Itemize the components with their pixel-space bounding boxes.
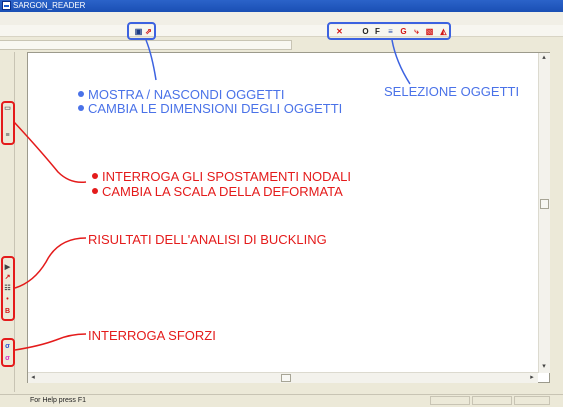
annotation-query-displacements: INTERROGA GLI SPOSTAMENTI NODALI [92, 169, 351, 184]
bullet-icon [78, 105, 84, 111]
vertical-scrollbar[interactable]: ▴ ▾ [538, 53, 550, 373]
bullet-icon [78, 91, 84, 97]
highlight-buckling-tools [1, 256, 15, 321]
highlight-view-tools [127, 22, 156, 40]
highlight-displacement-tools [1, 101, 15, 145]
status-pane-1 [430, 396, 470, 405]
highlight-selection-tools [327, 22, 451, 40]
horizontal-scrollbar[interactable]: ◂ ▸ [28, 372, 538, 383]
app-icon[interactable] [2, 1, 11, 10]
bullet-icon [92, 188, 98, 194]
annotation-buckling: RISULTATI DELL'ANALISI DI BUCKLING [88, 232, 327, 247]
annotation-deformed-scale-text: CAMBIA LA SCALA DELLA DEFORMATA [102, 184, 343, 199]
annotation-selection: SELEZIONE OGGETTI [384, 84, 520, 99]
window-title: SARGON_READER [13, 1, 86, 10]
annotation-resize: CAMBIA LE DIMENSIONI DEGLI OGGETTI [78, 101, 342, 116]
status-bar: For Help press F1 [0, 394, 563, 406]
toolbar-strip [0, 40, 292, 50]
menu-bar: _ ȸ × [0, 12, 563, 35]
scroll-right-arrow[interactable]: ▸ [527, 373, 537, 383]
scroll-up-arrow[interactable]: ▴ [539, 53, 549, 63]
vertical-scroll-thumb[interactable] [540, 199, 549, 209]
right-gutter [551, 52, 563, 392]
status-pane-3 [514, 396, 550, 405]
annotation-show-hide: MOSTRA / NASCONDI OGGETTI [78, 87, 284, 102]
annotation-query-displacements-text: INTERROGA GLI SPOSTAMENTI NODALI [102, 169, 351, 184]
horizontal-scroll-thumb[interactable] [281, 374, 291, 382]
scroll-down-arrow[interactable]: ▾ [539, 362, 549, 372]
scroll-left-arrow[interactable]: ◂ [28, 373, 38, 383]
annotation-show-hide-text: MOSTRA / NASCONDI OGGETTI [88, 87, 285, 102]
annotation-stress: INTERROGA SFORZI [88, 328, 216, 343]
status-help-text: For Help press F1 [30, 397, 87, 404]
title-bar[interactable]: SARGON_READER [0, 0, 563, 12]
status-pane-2 [472, 396, 512, 405]
toolbar-row: ▣ ⇗ ✕ O F ≡ G ⤷ ▧ ◭ [0, 25, 563, 37]
bullet-icon [92, 173, 98, 179]
highlight-stress-tools [1, 338, 15, 367]
annotation-resize-text: CAMBIA LE DIMENSIONI DEGLI OGGETTI [88, 101, 343, 116]
annotation-deformed-scale: CAMBIA LA SCALA DELLA DEFORMATA [92, 184, 343, 199]
